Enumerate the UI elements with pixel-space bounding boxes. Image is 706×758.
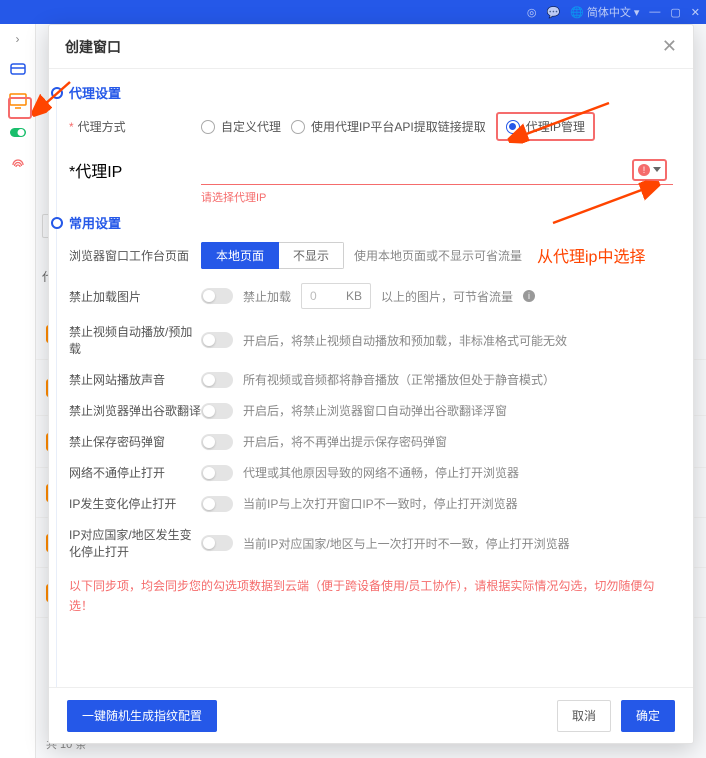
card-icon[interactable]: [9, 60, 27, 78]
radio-api-proxy[interactable]: 使用代理IP平台API提取链接提取: [291, 118, 486, 135]
sync-warning: 以下同步项，均会同步您的勾选项数据到云端（便于跨设备使用/员工协作），请根据实际…: [69, 576, 673, 617]
modal-body: 代理设置 *代理方式 自定义代理 使用代理IP平台API提取链接提取 代理IP管…: [49, 69, 693, 687]
setting-hint: 以上的图片，可节省流量: [381, 288, 513, 305]
segment-option[interactable]: 不显示: [279, 242, 344, 269]
annotation-arrow-2: [539, 179, 669, 229]
chevron-down-icon: [653, 167, 661, 172]
toggle[interactable]: [201, 372, 233, 388]
toggle[interactable]: [201, 332, 233, 348]
annotation-arrow-1: [489, 97, 619, 147]
close-icon[interactable]: ✕: [662, 36, 677, 57]
setting-hint: 代理或其他原因导致的网络不通畅，停止打开浏览器: [243, 464, 519, 481]
lang-switch[interactable]: 🌐 简体中文 ▾: [570, 4, 639, 20]
fingerprint-icon[interactable]: [9, 156, 27, 174]
side-rail: ›: [0, 24, 36, 758]
setting-label: IP对应国家/地区发生变化停止打开: [69, 526, 201, 560]
setting-label: 禁止保存密码弹窗: [69, 433, 201, 450]
setting-label: 网络不通停止打开: [69, 464, 201, 481]
segment-group[interactable]: 本地页面不显示: [201, 242, 344, 269]
rail-highlight-box: [8, 97, 32, 119]
create-window-modal: 创建窗口 ✕ 代理设置 *代理方式 自定义代理 使用代理IP平台API提取链接提…: [48, 24, 694, 744]
setting-hint: 开启后，将禁止视频自动播放和预加载，非标准格式可能无效: [243, 332, 567, 349]
annotation-arrow-rail: [28, 78, 78, 128]
minimize-icon[interactable]: —: [649, 6, 660, 18]
setting-row: 禁止视频自动播放/预加载 开启后，将禁止视频自动播放和预加载，非标准格式可能无效: [69, 323, 673, 357]
title-bar: ◎ 💬 🌐 简体中文 ▾ — ▢ ✕: [0, 0, 706, 24]
setting-hint: 开启后，将不再弹出提示保存密码弹窗: [243, 433, 447, 450]
toggle-label: 禁止加载: [243, 288, 291, 305]
collapse-icon[interactable]: ›: [16, 32, 20, 46]
maximize-icon[interactable]: ▢: [670, 6, 680, 19]
setting-row: 禁止保存密码弹窗 开启后，将不再弹出提示保存密码弹窗: [69, 433, 673, 450]
cancel-button[interactable]: 取消: [557, 700, 611, 732]
setting-hint: 使用本地页面或不显示可省流量: [354, 247, 522, 264]
setting-row: IP对应国家/地区发生变化停止打开 当前IP对应国家/地区与上一次打开时不一致，停…: [69, 526, 673, 560]
setting-label: 禁止网站播放声音: [69, 371, 201, 388]
modal-footer: 一键随机生成指纹配置 取消 确定: [49, 687, 693, 743]
proxy-method-label: 代理方式: [78, 120, 126, 134]
setting-hint: 当前IP对应国家/地区与上一次打开时不一致，停止打开浏览器: [243, 535, 570, 552]
setting-hint: 开启后，将禁止浏览器窗口自动弹出谷歌翻译浮窗: [243, 402, 507, 419]
segment-option[interactable]: 本地页面: [201, 242, 279, 269]
size-input[interactable]: 0KB: [301, 283, 371, 309]
setting-row: 禁止网站播放声音 所有视频或音频都将静音播放（正常播放但处于静音模式）: [69, 371, 673, 388]
toggle[interactable]: [201, 535, 233, 551]
error-icon: !: [638, 164, 650, 176]
ok-button[interactable]: 确定: [621, 700, 675, 732]
setting-label: IP发生变化停止打开: [69, 495, 201, 512]
toggle[interactable]: [201, 434, 233, 450]
annotation-text: 从代理ip中选择: [537, 243, 645, 267]
setting-label: 禁止加载图片: [69, 288, 201, 305]
setting-hint: 当前IP与上次打开窗口IP不一致时，停止打开浏览器: [243, 495, 518, 512]
setting-hint: 所有视频或音频都将静音播放（正常播放但处于静音模式）: [243, 371, 555, 388]
setting-row: 禁止浏览器弹出谷歌翻译 开启后，将禁止浏览器窗口自动弹出谷歌翻译浮窗: [69, 402, 673, 419]
toggle[interactable]: [201, 288, 233, 304]
target-icon[interactable]: ◎: [527, 6, 537, 19]
chat-icon[interactable]: 💬: [546, 6, 560, 19]
toggle-icon[interactable]: [9, 124, 27, 142]
setting-label: 禁止视频自动播放/预加载: [69, 323, 201, 357]
toggle[interactable]: [201, 403, 233, 419]
toggle[interactable]: [201, 496, 233, 512]
setting-label: 浏览器窗口工作台页面: [69, 247, 201, 264]
setting-row: 禁止加载图片 禁止加载 0KB 以上的图片，可节省流量 i: [69, 283, 673, 309]
proxy-ip-label: 代理IP: [75, 164, 122, 181]
info-icon[interactable]: i: [523, 290, 535, 302]
setting-label: 禁止浏览器弹出谷歌翻译: [69, 402, 201, 419]
setting-row: 网络不通停止打开 代理或其他原因导致的网络不通畅，停止打开浏览器: [69, 464, 673, 481]
radio-custom-proxy[interactable]: 自定义代理: [201, 118, 281, 135]
modal-header: 创建窗口 ✕: [49, 25, 693, 69]
modal-title: 创建窗口: [65, 37, 121, 57]
setting-row: IP发生变化停止打开 当前IP与上次打开窗口IP不一致时，停止打开浏览器: [69, 495, 673, 512]
toggle[interactable]: [201, 465, 233, 481]
proxy-ip-select-highlight: !: [632, 159, 667, 181]
close-window-icon[interactable]: ✕: [691, 6, 700, 19]
random-fingerprint-button[interactable]: 一键随机生成指纹配置: [67, 700, 217, 732]
